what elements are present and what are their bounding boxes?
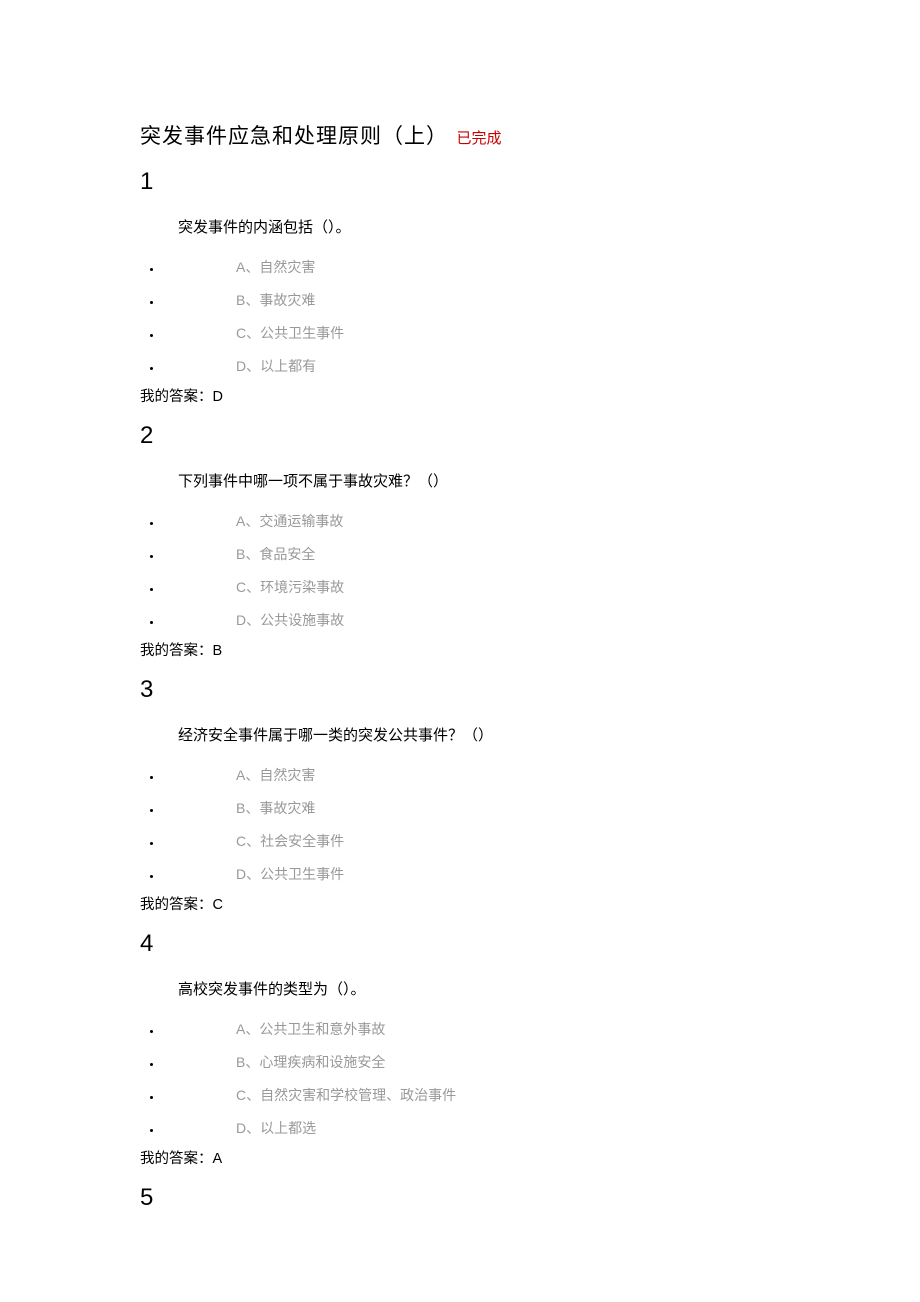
option-list: A、公共卫生和意外事故B、心理疾病和设施安全C、自然灾害和学校管理、政治事件D、… bbox=[140, 1013, 840, 1145]
question-stem: 高校突发事件的类型为（）。 bbox=[178, 978, 840, 999]
option-list: A、自然灾害B、事故灾难C、社会安全事件D、公共卫生事件 bbox=[140, 759, 840, 891]
option-item: C、环境污染事故 bbox=[162, 571, 840, 604]
page-title: 突发事件应急和处理原则（上） 已完成 bbox=[140, 120, 840, 150]
document-page: 突发事件应急和处理原则（上） 已完成 1突发事件的内涵包括（）。A、自然灾害B、… bbox=[0, 0, 920, 1272]
my-answer: 我的答案：D bbox=[140, 385, 840, 406]
option-item: B、食品安全 bbox=[162, 538, 840, 571]
option-item: C、自然灾害和学校管理、政治事件 bbox=[162, 1079, 840, 1112]
option-item: B、事故灾难 bbox=[162, 284, 840, 317]
question-number: 2 bbox=[140, 422, 840, 450]
option-item: D、以上都有 bbox=[162, 350, 840, 383]
question-stem: 突发事件的内涵包括（）。 bbox=[178, 216, 840, 237]
status-badge: 已完成 bbox=[456, 130, 501, 147]
my-answer: 我的答案：B bbox=[140, 639, 840, 660]
question-number: 1 bbox=[140, 168, 840, 196]
question-number: 3 bbox=[140, 676, 840, 704]
option-item: B、心理疾病和设施安全 bbox=[162, 1046, 840, 1079]
option-item: D、公共卫生事件 bbox=[162, 858, 840, 891]
title-text: 突发事件应急和处理原则（上） bbox=[140, 125, 448, 148]
option-item: A、公共卫生和意外事故 bbox=[162, 1013, 840, 1046]
my-answer: 我的答案：C bbox=[140, 893, 840, 914]
option-item: D、公共设施事故 bbox=[162, 604, 840, 637]
question-stem: 下列事件中哪一项不属于事故灾难？（） bbox=[178, 470, 840, 491]
option-item: C、社会安全事件 bbox=[162, 825, 840, 858]
my-answer: 我的答案：A bbox=[140, 1147, 840, 1168]
question-number: 5 bbox=[140, 1184, 840, 1212]
my-answer-label: 我的答案： bbox=[140, 897, 213, 913]
question-list: 1突发事件的内涵包括（）。A、自然灾害B、事故灾难C、公共卫生事件D、以上都有我… bbox=[140, 168, 840, 1212]
option-item: A、自然灾害 bbox=[162, 759, 840, 792]
option-item: A、交通运输事故 bbox=[162, 505, 840, 538]
question-number: 4 bbox=[140, 930, 840, 958]
my-answer-value: B bbox=[213, 643, 223, 659]
my-answer-value: C bbox=[213, 897, 223, 913]
my-answer-value: D bbox=[213, 389, 223, 405]
my-answer-label: 我的答案： bbox=[140, 389, 213, 405]
option-list: A、自然灾害B、事故灾难C、公共卫生事件D、以上都有 bbox=[140, 251, 840, 383]
option-item: D、以上都选 bbox=[162, 1112, 840, 1145]
option-list: A、交通运输事故B、食品安全C、环境污染事故D、公共设施事故 bbox=[140, 505, 840, 637]
option-item: A、自然灾害 bbox=[162, 251, 840, 284]
my-answer-label: 我的答案： bbox=[140, 1151, 213, 1167]
question-stem: 经济安全事件属于哪一类的突发公共事件？（） bbox=[178, 724, 840, 745]
option-item: C、公共卫生事件 bbox=[162, 317, 840, 350]
my-answer-value: A bbox=[213, 1151, 223, 1167]
my-answer-label: 我的答案： bbox=[140, 643, 213, 659]
option-item: B、事故灾难 bbox=[162, 792, 840, 825]
